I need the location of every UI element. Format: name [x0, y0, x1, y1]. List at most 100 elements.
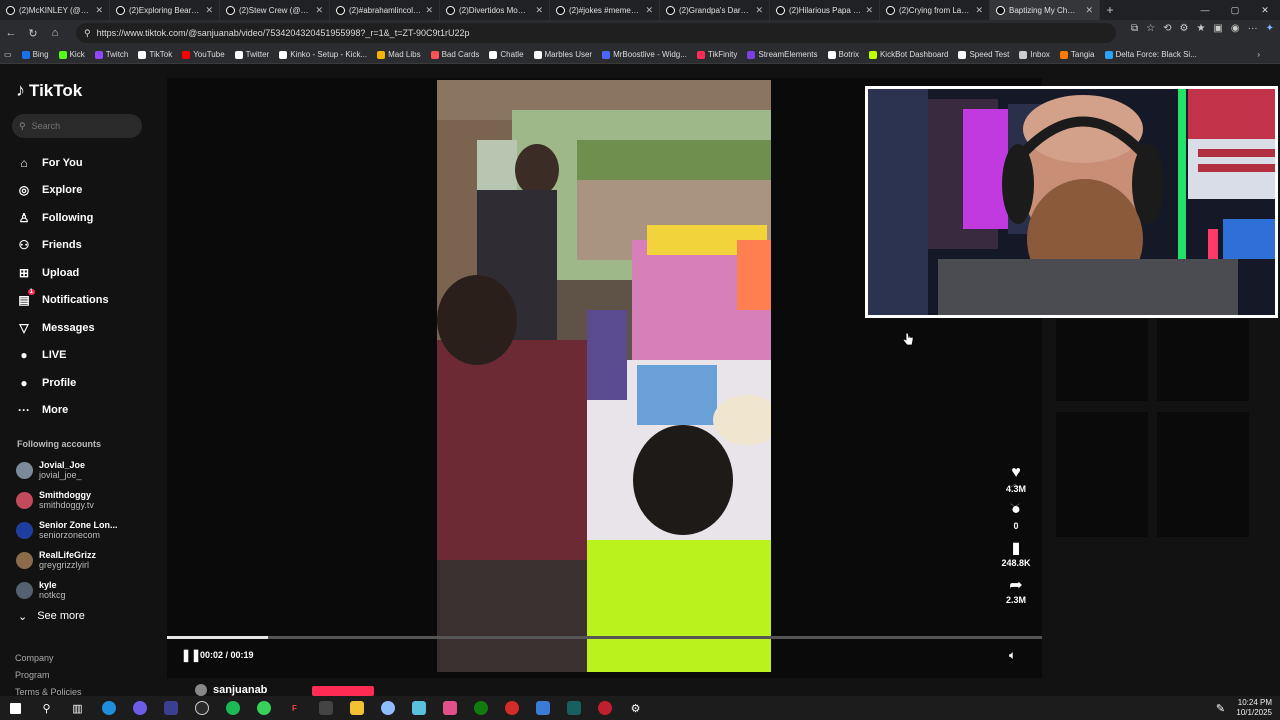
bookmarks-overflow-icon[interactable]: › [1257, 50, 1260, 59]
app-icon-1[interactable] [124, 696, 155, 720]
favorites-icon[interactable]: ★ [1196, 23, 1205, 34]
copilot-icon[interactable]: ✦ [1266, 23, 1274, 34]
spotify-icon[interactable] [217, 696, 248, 720]
edge-icon[interactable] [93, 696, 124, 720]
app-icon-9[interactable] [496, 696, 527, 720]
bookmark-item[interactable]: Tangia [1059, 50, 1095, 59]
close-tab-icon[interactable]: ✕ [205, 5, 213, 16]
following-account[interactable]: Jovial_Joe jovial_joe_ [16, 455, 118, 485]
bookmark-item[interactable]: Mad Libs [377, 50, 421, 59]
close-tab-icon[interactable]: ✕ [755, 5, 763, 16]
close-tab-icon[interactable]: ✕ [315, 5, 323, 16]
close-tab-icon[interactable]: ✕ [535, 5, 543, 16]
following-account[interactable]: Smithdoggy smithdoggy.tv [16, 485, 118, 515]
taskbar-clock[interactable]: 10:24 PM 10/1/2025 [1236, 698, 1272, 718]
browser-tab[interactable]: (2)#abrahamlincoln #… ✕ [330, 0, 440, 20]
taskbar-search-icon[interactable]: ⚲ [31, 696, 62, 720]
sidebar-item-live[interactable]: ● LIVE [16, 342, 109, 370]
browser-tab[interactable]: (2)Stew Crew (@nsbb… ✕ [220, 0, 330, 20]
video-progress-bar[interactable] [167, 636, 1042, 639]
uploader-row[interactable]: sanjuanab [195, 684, 267, 696]
heart-action[interactable]: ♥ 4.3M [993, 464, 1039, 494]
following-account[interactable]: kyle notkcg [16, 575, 118, 605]
volume-icon[interactable]: 🔈︎ [1009, 648, 1016, 663]
footer-link[interactable]: Terms & Policies [15, 684, 82, 696]
sidebar-item-profile[interactable]: ● Profile [16, 369, 109, 397]
comment-icon[interactable]: ● [993, 501, 1039, 521]
xbox-icon[interactable] [465, 696, 496, 720]
reload-icon[interactable]: ↻ [22, 27, 44, 40]
maximize-icon[interactable]: ▢ [1220, 0, 1250, 20]
sidebar-item-notifications[interactable]: ▤ 1 Notifications [16, 287, 109, 315]
close-tab-icon[interactable]: ✕ [975, 5, 983, 16]
bookmark-item[interactable]: Chatle [489, 50, 524, 59]
sidebar-item-more[interactable]: ··· More [16, 397, 109, 425]
avatar[interactable]: ◉ [1231, 23, 1240, 34]
bookmark-item[interactable]: Bad Cards [430, 50, 479, 59]
app-icon-12[interactable] [589, 696, 620, 720]
file-explorer-icon[interactable] [341, 696, 372, 720]
settings-gear-icon[interactable]: ⚙ [620, 696, 651, 720]
app-icon-8[interactable] [434, 696, 465, 720]
heart-icon[interactable]: ♥ [993, 464, 1039, 484]
search-input[interactable] [31, 121, 122, 131]
home-browser-icon[interactable]: ⌂ [44, 27, 66, 39]
refresh-extension-icon[interactable]: ⟲ [1163, 23, 1171, 34]
sidebar-item-messages[interactable]: ▽ Messages [16, 314, 109, 342]
uploader-avatar[interactable] [195, 684, 207, 696]
app-icon-10[interactable] [527, 696, 558, 720]
new-tab-button[interactable]: + [1100, 3, 1120, 17]
browser-tab[interactable]: (2)Hilarious Papa Surv… ✕ [770, 0, 880, 20]
comment-action[interactable]: ● 0 [993, 501, 1039, 531]
bookmark-item[interactable]: Twitch [94, 50, 128, 59]
related-video-thumb[interactable] [1157, 412, 1249, 537]
close-tab-icon[interactable]: ✕ [865, 5, 873, 16]
close-tab-icon[interactable]: ✕ [425, 5, 433, 16]
following-account[interactable]: RealLifeGrizz greygrizzlyirl [16, 545, 118, 575]
bookmark-item[interactable]: TikTok [138, 50, 172, 59]
video-frame[interactable] [437, 80, 771, 672]
pause-icon[interactable]: ❚❚ [181, 648, 201, 662]
sidebar-item-explore[interactable]: ◎ Explore [16, 177, 109, 205]
app-icon-5[interactable] [310, 696, 341, 720]
reading-list-icon[interactable]: ▭ [4, 50, 12, 59]
puzzle-icon[interactable]: ⚙ [1179, 23, 1188, 34]
back-icon[interactable]: ← [0, 27, 22, 39]
app-icon-6[interactable] [372, 696, 403, 720]
uploader-name[interactable]: sanjuanab [213, 684, 267, 696]
bookmark-item[interactable]: Bing [21, 50, 49, 59]
sidebar-item-friends[interactable]: ⚇ Friends [16, 232, 109, 260]
menu-dots-icon[interactable]: ··· [1248, 23, 1258, 34]
bookmark-item[interactable]: KickBot Dashboard [868, 50, 948, 59]
footer-link[interactable]: Company [15, 650, 82, 667]
app-icon-3[interactable] [248, 696, 279, 720]
tray-pen-icon[interactable]: ✎ [1205, 696, 1236, 720]
share-icon[interactable]: ➦ [993, 575, 1039, 595]
bookmark-item[interactable]: Kinko - Setup - Kick... [279, 50, 367, 59]
bookmark-item[interactable]: YouTube [182, 50, 225, 59]
search-box[interactable]: ⚲ [12, 114, 142, 138]
bookmark-item[interactable]: Botrix [827, 50, 859, 59]
share-action[interactable]: ➦ 2.3M [993, 575, 1039, 605]
related-video-thumb[interactable] [1056, 412, 1148, 537]
follow-button[interactable] [312, 686, 374, 696]
following-account[interactable]: Senior Zone Lon... seniorzonecom [16, 515, 118, 545]
bookmark-item[interactable]: MrBoostlive - Widg... [602, 50, 687, 59]
collections-icon[interactable]: ▣ [1213, 23, 1222, 34]
bookmark-item[interactable]: TikFinity [696, 50, 737, 59]
obs-icon[interactable] [186, 696, 217, 720]
minimize-icon[interactable]: — [1190, 0, 1220, 20]
bookmark-item[interactable]: Twitter [234, 50, 269, 59]
app-icon-11[interactable] [558, 696, 589, 720]
favorite-star-icon[interactable]: ☆ [1146, 23, 1155, 34]
bookmark-item[interactable]: Kick [58, 50, 85, 59]
browser-tab[interactable]: (2)McKINLEY (@mcki…✕ [0, 0, 110, 20]
tiktok-logo[interactable]: ♪ TikTok [16, 80, 82, 101]
browser-tab[interactable]: Baptizing My Ch… ✕ [990, 0, 1100, 20]
close-tab-icon[interactable]: ✕ [95, 5, 103, 16]
extensions-icon[interactable]: ⧉ [1131, 23, 1138, 34]
windows-start-icon[interactable] [0, 696, 31, 720]
browser-tab[interactable]: (2)Crying from Laugh… ✕ [880, 0, 990, 20]
app-icon-4[interactable]: F [279, 696, 310, 720]
browser-tab[interactable]: (2)Exploring Bear Beh… ✕ [110, 0, 220, 20]
